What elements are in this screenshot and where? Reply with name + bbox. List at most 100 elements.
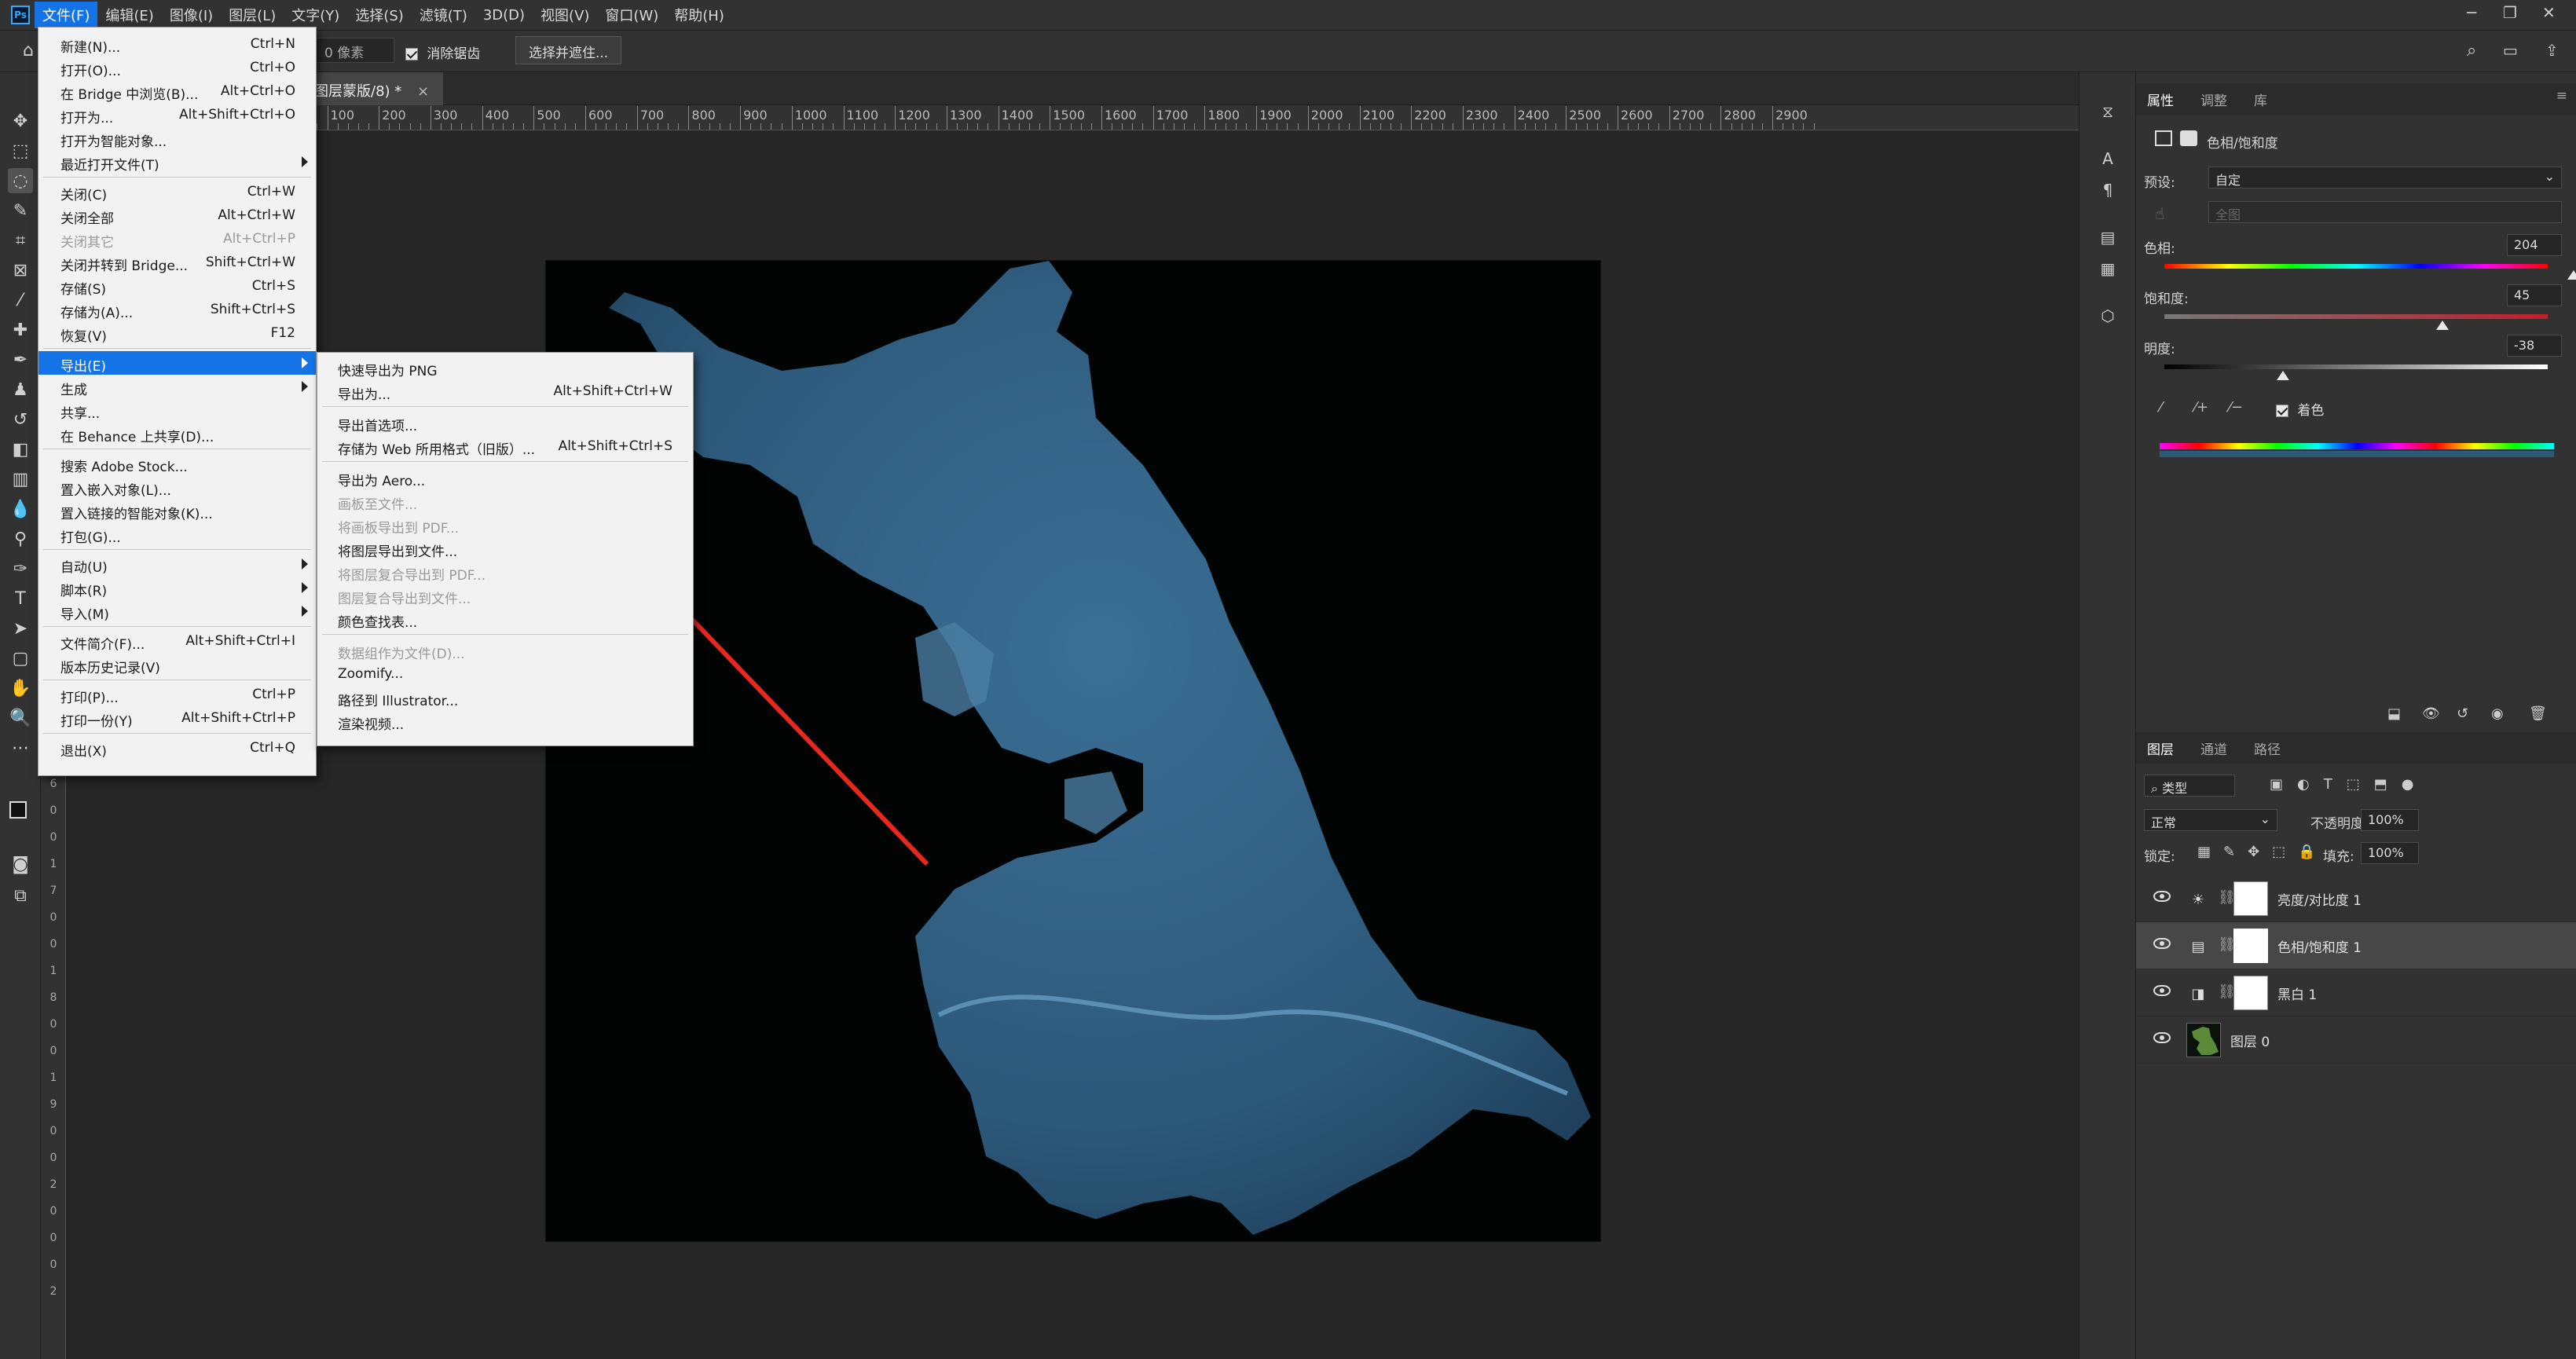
menu-item-label: 导出为 Aero... — [338, 474, 426, 489]
visibility-icon[interactable]: ◉ — [2491, 705, 2504, 722]
layer-filter-dropdown[interactable]: ⌕ 类型 — [2144, 775, 2235, 797]
layer-row[interactable]: ◨ ⛓ 黑白 1 — [2136, 969, 2576, 1017]
paragraph-panel-icon[interactable]: ¶ — [2097, 179, 2119, 201]
file-menu-item[interactable]: 版本历史记录(V) — [38, 653, 316, 676]
layer-row[interactable]: ▤ ⛓ 色相/饱和度 1 — [2136, 922, 2576, 969]
saturation-input[interactable]: 45 — [2507, 284, 2562, 306]
eye-icon[interactable] — [2153, 891, 2171, 902]
lightness-slider-track[interactable] — [2164, 364, 2548, 369]
file-menu-item[interactable]: 置入链接的智能对象(K)... — [38, 499, 316, 522]
export-menu-item[interactable]: 导出为... Alt+Shift+Ctrl+W — [317, 379, 693, 403]
clip-to-layer-icon[interactable]: ⬓ — [2387, 705, 2401, 722]
file-menu-item[interactable]: 脚本(R) — [38, 576, 316, 599]
hue-slider-thumb[interactable] — [2567, 270, 2576, 280]
file-menu-item[interactable]: 存储为(A)... Shift+Ctrl+S — [38, 298, 316, 321]
layer-row[interactable]: 图层 0 — [2136, 1017, 2576, 1064]
file-menu-item[interactable]: 最近打开文件(T) — [38, 150, 316, 174]
export-menu-item[interactable]: Zoomify... — [317, 662, 693, 686]
export-menu-item[interactable]: 存储为 Web 所用格式（旧版）... Alt+Shift+Ctrl+S — [317, 434, 693, 458]
layer-mask-thumbnail[interactable] — [2233, 929, 2268, 963]
file-menu-item[interactable]: 置入嵌入对象(L)... — [38, 475, 316, 499]
file-menu-item[interactable]: 新建(N)... Ctrl+N — [38, 32, 316, 56]
export-menu-item[interactable]: 导出为 Aero... — [317, 466, 693, 489]
export-menu-item[interactable]: 将图层导出到文件... — [317, 537, 693, 560]
file-menu-item[interactable]: 打开为智能对象... — [38, 126, 316, 150]
file-menu-item[interactable]: 关闭并转到 Bridge... Shift+Ctrl+W — [38, 251, 316, 274]
layer-filter-icons[interactable]: ▣◐T⬚⬒● — [2270, 776, 2428, 793]
file-menu-item[interactable]: 导入(M) — [38, 599, 316, 623]
tab-adjustments[interactable]: 调整 — [2200, 90, 2227, 109]
file-menu-item[interactable]: 文件简介(F)... Alt+Shift+Ctrl+I — [38, 629, 316, 653]
hue-input[interactable]: 204 — [2507, 234, 2562, 256]
tab-libraries[interactable]: 库 — [2254, 90, 2267, 109]
tab-layers[interactable]: 图层 — [2147, 738, 2174, 758]
export-menu-item[interactable]: 路径到 Illustrator... — [317, 686, 693, 709]
export-menu-item[interactable]: 导出首选项... — [317, 411, 693, 434]
3d-panel-icon[interactable]: ⬡ — [2097, 305, 2119, 327]
eye-icon[interactable] — [2153, 985, 2171, 996]
file-menu-item[interactable]: 导出(E) — [38, 351, 316, 375]
export-menu-item: 图层复合导出到文件... — [317, 584, 693, 607]
lightness-slider-thumb[interactable] — [2277, 371, 2290, 380]
submenu-arrow-icon — [302, 582, 308, 593]
lock-icons[interactable]: ▦✎✥⬚🔒 — [2197, 844, 2329, 860]
file-menu-item[interactable]: 打开(O)... Ctrl+O — [38, 56, 316, 79]
file-menu-item[interactable]: 恢复(V) F12 — [38, 321, 316, 345]
menu-item-label: 渲染视频... — [338, 717, 405, 733]
lightness-input[interactable]: -38 — [2507, 335, 2562, 357]
checkbox-icon[interactable] — [2276, 405, 2288, 417]
libraries-panel-icon[interactable]: ▤ — [2097, 226, 2119, 248]
file-menu-item[interactable]: 存储(S) Ctrl+S — [38, 274, 316, 298]
file-menu-item[interactable]: 生成 — [38, 375, 316, 398]
file-menu-item[interactable]: 打印一份(Y) Alt+Shift+Ctrl+P — [38, 706, 316, 730]
menu-item-shortcut: Ctrl+W — [247, 184, 295, 200]
fill-input[interactable]: 100% — [2361, 842, 2419, 864]
submenu-arrow-icon — [302, 381, 308, 392]
character-panel-icon[interactable]: A — [2097, 148, 2119, 170]
file-menu-item[interactable]: 在 Behance 上共享(D)... — [38, 422, 316, 445]
delete-icon[interactable]: 🗑 — [2529, 705, 2547, 722]
saturation-slider-track[interactable] — [2164, 314, 2548, 319]
menu-item-label: 将图层导出到文件... — [338, 544, 458, 560]
file-menu-item[interactable]: 共享... — [38, 398, 316, 422]
file-menu-item[interactable]: 搜索 Adobe Stock... — [38, 452, 316, 475]
reset-icon[interactable]: ↺ — [2457, 705, 2468, 722]
blend-mode-dropdown[interactable]: 正常 ⌄ — [2144, 809, 2277, 831]
tab-paths[interactable]: 路径 — [2254, 738, 2281, 758]
saturation-slider-thumb[interactable] — [2435, 321, 2449, 330]
eyedropper-plus-icon[interactable]: ⁄+ — [2194, 399, 2208, 416]
panel-menu-icon[interactable]: ≡ — [2556, 88, 2567, 104]
mask-icon[interactable] — [2180, 130, 2197, 146]
hue-slider-track[interactable] — [2164, 264, 2548, 269]
layer-mask-thumbnail[interactable] — [2233, 976, 2268, 1010]
eyedropper-icon[interactable]: ⁄ — [2160, 399, 2162, 416]
file-menu-item[interactable]: 打开为... Alt+Shift+Ctrl+O — [38, 103, 316, 126]
colorize-checkbox[interactable]: 着色 — [2276, 399, 2324, 419]
file-menu-item[interactable]: 打包(G)... — [38, 522, 316, 546]
view-previous-icon[interactable]: 👁 — [2422, 705, 2440, 722]
tab-channels[interactable]: 通道 — [2200, 738, 2227, 758]
tab-properties[interactable]: 属性 — [2147, 90, 2174, 109]
layer-thumbnail[interactable] — [2186, 1023, 2221, 1057]
file-menu-item[interactable]: 自动(U) — [38, 552, 316, 576]
preset-dropdown[interactable]: 自定 ⌄ — [2208, 167, 2562, 189]
file-menu-item[interactable]: 退出(X) Ctrl+Q — [38, 736, 316, 760]
hand-adjust-icon[interactable]: ☝ — [2155, 204, 2164, 223]
file-menu: 新建(N)... Ctrl+N 打开(O)... Ctrl+O 在 Bridge 中浏览… — [38, 27, 317, 776]
export-menu-item[interactable]: 颜色查找表... — [317, 607, 693, 631]
info-panel-icon[interactable]: ▦ — [2097, 258, 2119, 280]
export-menu-item[interactable]: 快速导出为 PNG — [317, 356, 693, 379]
file-menu-item[interactable]: 打印(P)... Ctrl+P — [38, 683, 316, 706]
file-menu-item[interactable]: 在 Bridge 中浏览(B)... Alt+Ctrl+O — [38, 79, 316, 103]
opacity-input[interactable]: 100% — [2361, 809, 2419, 831]
eyedropper-minus-icon[interactable]: ⁄− — [2229, 399, 2243, 416]
channel-dropdown[interactable]: 全图 — [2208, 201, 2562, 223]
eye-icon[interactable] — [2153, 938, 2171, 949]
layer-mask-thumbnail[interactable] — [2233, 881, 2268, 916]
file-menu-item[interactable]: 关闭全部 Alt+Ctrl+W — [38, 203, 316, 227]
eye-icon[interactable] — [2153, 1032, 2171, 1043]
history-panel-icon[interactable]: ⧖ — [2097, 101, 2119, 123]
file-menu-item[interactable]: 关闭(C) Ctrl+W — [38, 180, 316, 203]
layer-row[interactable]: ☀ ⛓ 亮度/对比度 1 — [2136, 875, 2576, 922]
export-menu-item[interactable]: 渲染视频... — [317, 709, 693, 733]
